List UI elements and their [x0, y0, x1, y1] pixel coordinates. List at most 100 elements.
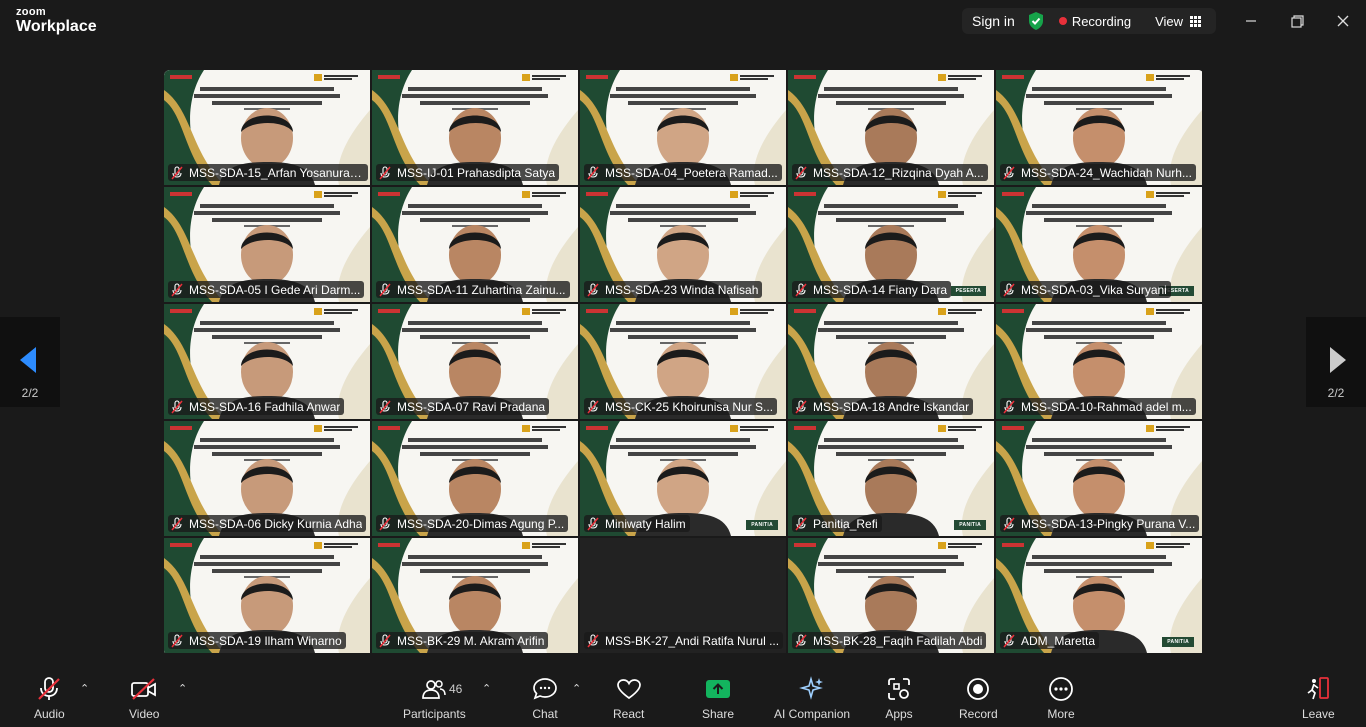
restore-icon[interactable]: [1284, 8, 1310, 34]
participant-name-text: MSS-SDA-24_Wachidah Nurh...: [1021, 165, 1192, 180]
participant-video-tile[interactable]: MSS-SDA-05 I Gede Ari Darm...: [164, 187, 370, 302]
participant-video-tile[interactable]: PESERTA MSS-SDA-03_Vika Suryani: [996, 187, 1202, 302]
chat-icon: [530, 676, 560, 702]
participant-name-text: MSS-SDA-05 I Gede Ari Darm...: [189, 282, 361, 297]
close-icon[interactable]: [1330, 8, 1356, 34]
participant-video-tile[interactable]: MSS-SDA-15_Arfan Yosanurah...: [164, 70, 370, 185]
participant-video-tile[interactable]: MSS-SDA-23 Winda Nafisah: [580, 187, 786, 302]
share-screen-icon: [703, 676, 733, 702]
mic-muted-icon: [171, 516, 183, 530]
participant-video-tile[interactable]: MSS-SDA-18 Andre Iskandar: [788, 304, 994, 419]
react-button[interactable]: React: [613, 676, 644, 722]
chat-options-chevron-icon[interactable]: ⌃: [572, 682, 581, 695]
participant-name-label: MSS-SDA-18 Andre Iskandar: [792, 398, 974, 415]
mic-muted-icon: [587, 516, 599, 530]
shield-check-icon[interactable]: [1027, 11, 1045, 31]
more-button[interactable]: More: [1046, 676, 1076, 722]
mic-muted-icon: [587, 165, 599, 179]
mic-muted-icon: [1003, 399, 1015, 413]
participant-name-label: MSS-IJ-01 Prahasdipta Satya: [376, 164, 560, 181]
leave-icon: [1303, 676, 1333, 702]
video-button[interactable]: Video: [129, 676, 159, 722]
participants-options-chevron-icon[interactable]: ⌃: [482, 682, 491, 695]
chat-button[interactable]: Chat: [530, 676, 560, 722]
mic-muted-icon: [171, 282, 183, 296]
participant-name-text: ADM_Maretta: [1021, 633, 1096, 648]
more-label: More: [1047, 707, 1075, 721]
participant-video-tile[interactable]: MSS-SDA-11 Zuhartina Zainu...: [372, 187, 578, 302]
role-badge: PESERTA: [950, 286, 986, 296]
participant-video-tile[interactable]: MSS-SDA-16 Fadhila Anwar: [164, 304, 370, 419]
mic-muted-icon: [1003, 165, 1015, 179]
participant-name-label: MSS-SDA-24_Wachidah Nurh...: [1000, 164, 1196, 181]
participant-name-text: MSS-SDA-12_Rizqina Dyah A...: [813, 165, 984, 180]
participant-video-tile[interactable]: PANITIA Miniwaty Halim: [580, 421, 786, 536]
participant-name-text: MSS-CK-25 Khoirunisa Nur S...: [605, 399, 774, 414]
leave-label: Leave: [1302, 707, 1335, 721]
page-indicator-left: 2/2: [21, 386, 39, 400]
recording-indicator[interactable]: Recording: [1058, 14, 1131, 29]
participant-video-tile[interactable]: MSS-SDA-20-Dimas Agung P...: [372, 421, 578, 536]
participant-video-tile[interactable]: MSS-BK-29 M. Akram Arifin: [372, 538, 578, 653]
participant-video-tile[interactable]: PESERTA MSS-SDA-14 Fiany Dara: [788, 187, 994, 302]
record-button[interactable]: Record: [959, 676, 998, 722]
participant-video-tile[interactable]: MSS-SDA-07 Ravi Pradana: [372, 304, 578, 419]
participant-name-text: MSS-IJ-01 Prahasdipta Satya: [397, 165, 556, 180]
share-button[interactable]: Share: [702, 676, 734, 722]
leave-button[interactable]: Leave: [1302, 676, 1335, 722]
participant-name-label: MSS-SDA-06 Dicky Kurnia Adha: [168, 515, 367, 532]
participant-video-tile[interactable]: MSS-IJ-01 Prahasdipta Satya: [372, 70, 578, 185]
mic-muted-icon: [795, 282, 807, 296]
audio-button[interactable]: Audio: [34, 676, 65, 722]
arrow-left-icon: [20, 347, 36, 373]
mic-muted-icon: [379, 516, 391, 530]
video-options-chevron-icon[interactable]: ⌃: [178, 682, 187, 695]
participant-video-tile[interactable]: MSS-SDA-13-Pingky Purana V...: [996, 421, 1202, 536]
minimize-icon[interactable]: [1238, 8, 1264, 34]
mic-muted-icon: [379, 165, 391, 179]
camera-off-icon: [129, 676, 159, 702]
mic-muted-icon: [379, 399, 391, 413]
participant-video-tile[interactable]: MSS-BK-28_Faqih Fadilah Abdi: [788, 538, 994, 653]
mic-muted-icon: [795, 165, 807, 179]
logo-small-text: zoom: [16, 6, 46, 18]
role-badge: PANITIA: [954, 520, 986, 530]
participant-video-tile[interactable]: MSS-SDA-12_Rizqina Dyah A...: [788, 70, 994, 185]
ai-companion-label: AI Companion: [774, 707, 851, 721]
apps-button[interactable]: Apps: [884, 676, 914, 722]
participant-name-text: MSS-SDA-10-Rahmad adel m...: [1021, 399, 1192, 414]
participant-video-tile[interactable]: PANITIA Panitia_Refi: [788, 421, 994, 536]
view-button[interactable]: View: [1155, 14, 1202, 29]
participant-name-text: MSS-SDA-13-Pingky Purana V...: [1021, 516, 1196, 531]
participant-video-tile[interactable]: MSS-SDA-04_Poetera Ramad...: [580, 70, 786, 185]
video-label: Video: [129, 707, 160, 721]
apps-label: Apps: [885, 707, 913, 721]
participant-video-tile[interactable]: MSS-CK-25 Khoirunisa Nur S...: [580, 304, 786, 419]
participant-name-text: MSS-BK-29 M. Akram Arifin: [397, 633, 545, 648]
participant-video-tile[interactable]: MSS-SDA-10-Rahmad adel m...: [996, 304, 1202, 419]
participant-name-text: MSS-SDA-04_Poetera Ramad...: [605, 165, 778, 180]
participant-video-tile[interactable]: MSS-BK-27_Andi Ratifa Nurul ...: [580, 538, 786, 653]
participant-name-label: MSS-SDA-15_Arfan Yosanurah...: [168, 164, 368, 181]
react-label: React: [613, 707, 645, 721]
participant-video-tile[interactable]: MSS-SDA-19 Ilham Winarno: [164, 538, 370, 653]
participant-name-text: MSS-SDA-20-Dimas Agung P...: [397, 516, 565, 531]
participant-name-label: MSS-SDA-12_Rizqina Dyah A...: [792, 164, 988, 181]
participant-name-text: MSS-BK-28_Faqih Fadilah Abdi: [813, 633, 983, 648]
next-page-button[interactable]: 2/2: [1306, 317, 1366, 407]
participant-video-tile[interactable]: MSS-SDA-24_Wachidah Nurh...: [996, 70, 1202, 185]
ai-companion-button[interactable]: AI Companion: [774, 676, 850, 722]
participant-name-text: MSS-SDA-14 Fiany Dara: [813, 282, 948, 297]
share-label: Share: [702, 707, 735, 721]
sign-in-button[interactable]: Sign in: [962, 13, 1025, 29]
recording-dot-icon: [1058, 17, 1067, 25]
chat-label: Chat: [532, 707, 558, 721]
grid-view-icon: [1190, 15, 1202, 27]
participant-name-label: MSS-CK-25 Khoirunisa Nur S...: [584, 398, 778, 415]
participant-video-tile[interactable]: PANITIA ADM_Maretta: [996, 538, 1202, 653]
audio-options-chevron-icon[interactable]: ⌃: [80, 682, 89, 695]
participant-name-text: MSS-SDA-18 Andre Iskandar: [813, 399, 970, 414]
previous-page-button[interactable]: 2/2: [0, 317, 60, 407]
participant-video-tile[interactable]: MSS-SDA-06 Dicky Kurnia Adha: [164, 421, 370, 536]
video-gallery: MSS-SDA-15_Arfan Yosanurah... MSS-IJ-01 P…: [164, 70, 1204, 656]
